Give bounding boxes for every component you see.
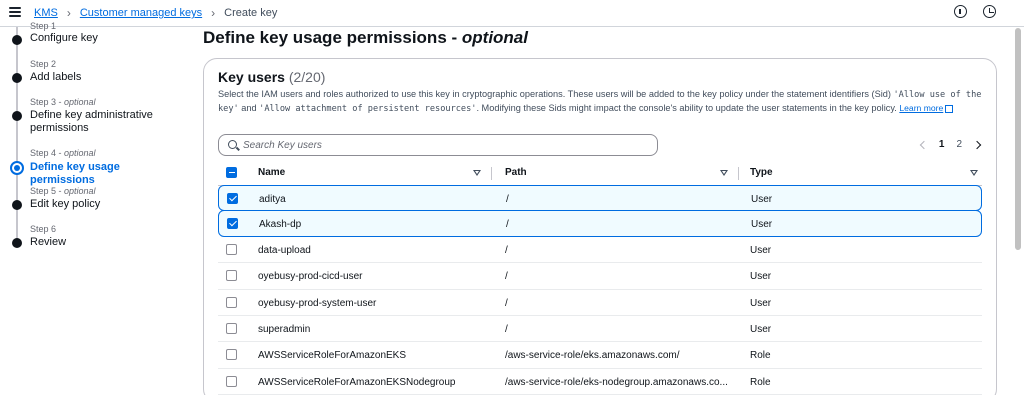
user-path: / <box>505 297 508 309</box>
step-dot <box>12 111 22 121</box>
page-title: Define key usage permissions - optional <box>203 28 528 47</box>
external-link-icon <box>945 104 954 113</box>
row-checkbox[interactable] <box>226 296 237 308</box>
table-row[interactable]: superadmin / User <box>218 316 982 343</box>
step-dot-active <box>10 161 24 175</box>
table-row[interactable]: data-upload / User <box>218 237 982 264</box>
step-number: Step 4 - optional <box>30 148 96 158</box>
row-checkbox[interactable] <box>227 193 238 204</box>
user-path: / <box>506 219 509 231</box>
wizard-navigation: Step 1 Configure key Step 2 Add labels S… <box>0 21 190 395</box>
user-type: User <box>751 219 773 231</box>
page-scrollbar[interactable] <box>1014 28 1022 395</box>
key-users-description: Select the IAM users and roles authorize… <box>218 89 982 114</box>
step-number: Step 2 <box>30 59 57 69</box>
table-row[interactable]: oyebusy-prod-system-user / User <box>218 290 982 316</box>
user-name: data-upload <box>258 244 311 256</box>
role-type: Role <box>750 376 771 388</box>
table-row[interactable]: Akash-dp / User <box>218 210 982 237</box>
table-row[interactable]: oyebusy-prod-cicd-user / User <box>218 263 982 290</box>
user-name: oyebusy-prod-system-user <box>258 297 377 309</box>
recent-activity-icon[interactable] <box>983 5 996 18</box>
key-users-table: Name Path Type aditya / User Akash-dp / … <box>218 160 982 395</box>
role-path: /aws-service-role/eks.amazonaws.com/ <box>505 350 680 362</box>
user-type: User <box>750 297 772 309</box>
role-path: /aws-service-role/eks-nodegroup.amazonaw… <box>505 376 728 388</box>
learn-more-link[interactable]: Learn more <box>899 103 943 113</box>
user-path: / <box>505 271 508 283</box>
step-title-define-key-usage-permissions[interactable]: Define key usage permissions <box>30 161 180 187</box>
user-path: / <box>506 194 509 205</box>
chevron-right-icon: › <box>66 6 71 20</box>
row-checkbox[interactable] <box>227 218 238 230</box>
search-input[interactable] <box>243 137 643 153</box>
column-divider[interactable] <box>738 167 739 180</box>
table-header: Name Path Type <box>218 160 982 186</box>
sort-icon[interactable] <box>970 170 978 176</box>
user-path: / <box>505 244 508 256</box>
page-2[interactable]: 2 <box>956 139 962 150</box>
user-path: / <box>505 323 508 335</box>
breadcrumb-kms[interactable]: KMS <box>34 7 58 19</box>
step-title-review[interactable]: Review <box>30 236 180 249</box>
info-icon[interactable] <box>954 5 967 18</box>
key-users-header: Key users (2/20) <box>218 69 326 85</box>
pagination: 1 2 <box>919 139 982 150</box>
row-checkbox[interactable] <box>226 243 237 255</box>
row-checkbox[interactable] <box>226 322 237 334</box>
user-name: Akash-dp <box>259 219 302 231</box>
table-row[interactable]: AWSServiceRoleForAmazonEKS /aws-service-… <box>218 342 982 369</box>
user-type: User <box>750 244 772 256</box>
step-dot <box>12 73 22 83</box>
search-icon <box>228 140 237 149</box>
page-1[interactable]: 1 <box>939 139 945 150</box>
step-title-edit-key-policy[interactable]: Edit key policy <box>30 198 180 211</box>
step-dot <box>12 200 22 210</box>
row-checkbox[interactable] <box>226 349 237 361</box>
user-type: User <box>750 271 772 283</box>
step-number: Step 6 <box>30 224 57 234</box>
chevron-left-icon[interactable] <box>919 140 929 149</box>
step-title-configure-key[interactable]: Configure key <box>30 32 180 45</box>
breadcrumb: KMS › Customer managed keys › Create key <box>34 6 277 20</box>
scrollbar-thumb[interactable] <box>1015 28 1021 250</box>
key-users-container: Key users (2/20) Select the IAM users an… <box>203 58 997 395</box>
column-divider[interactable] <box>491 167 492 180</box>
chevron-right-icon: › <box>211 6 216 20</box>
column-header-name[interactable]: Name <box>258 167 285 178</box>
step-number: Step 1 <box>30 21 57 31</box>
user-name: superadmin <box>258 323 311 335</box>
role-name: AWSServiceRoleForAmazonEKSNodegroup <box>258 376 456 388</box>
row-checkbox[interactable] <box>226 270 237 282</box>
step-title-define-key-admin-permissions[interactable]: Define key administrative permissions <box>30 109 180 135</box>
selection-count: (2/20) <box>288 69 326 85</box>
step-number: Step 3 - optional <box>30 97 96 107</box>
step-dot <box>12 35 22 45</box>
user-name: aditya <box>259 194 286 205</box>
select-all-checkbox[interactable] <box>226 167 237 178</box>
step-dot <box>12 238 22 248</box>
role-name: AWSServiceRoleForAmazonEKS <box>258 350 407 362</box>
row-checkbox[interactable] <box>226 375 237 387</box>
wizard-connector-line <box>16 27 18 247</box>
breadcrumb-current: Create key <box>224 7 278 19</box>
user-type: User <box>751 194 773 205</box>
step-title-add-labels[interactable]: Add labels <box>30 71 180 84</box>
user-type: User <box>750 323 772 335</box>
step-number: Step 5 - optional <box>30 186 96 196</box>
column-header-type[interactable]: Type <box>750 167 773 178</box>
column-header-path[interactable]: Path <box>505 167 527 178</box>
chevron-right-icon[interactable] <box>972 140 982 149</box>
user-name: oyebusy-prod-cicd-user <box>258 271 363 283</box>
top-navigation-bar: KMS › Customer managed keys › Create key <box>0 0 1024 27</box>
table-row[interactable]: aditya / User <box>218 185 982 212</box>
menu-icon[interactable] <box>9 7 21 17</box>
role-type: Role <box>750 350 771 362</box>
sort-icon[interactable] <box>720 170 728 176</box>
table-row[interactable]: AWSServiceRoleForAmazonEKSNodegroup /aws… <box>218 369 982 395</box>
sort-icon[interactable] <box>473 170 481 176</box>
search-key-users <box>218 134 658 156</box>
breadcrumb-customer-managed-keys[interactable]: Customer managed keys <box>80 7 202 19</box>
